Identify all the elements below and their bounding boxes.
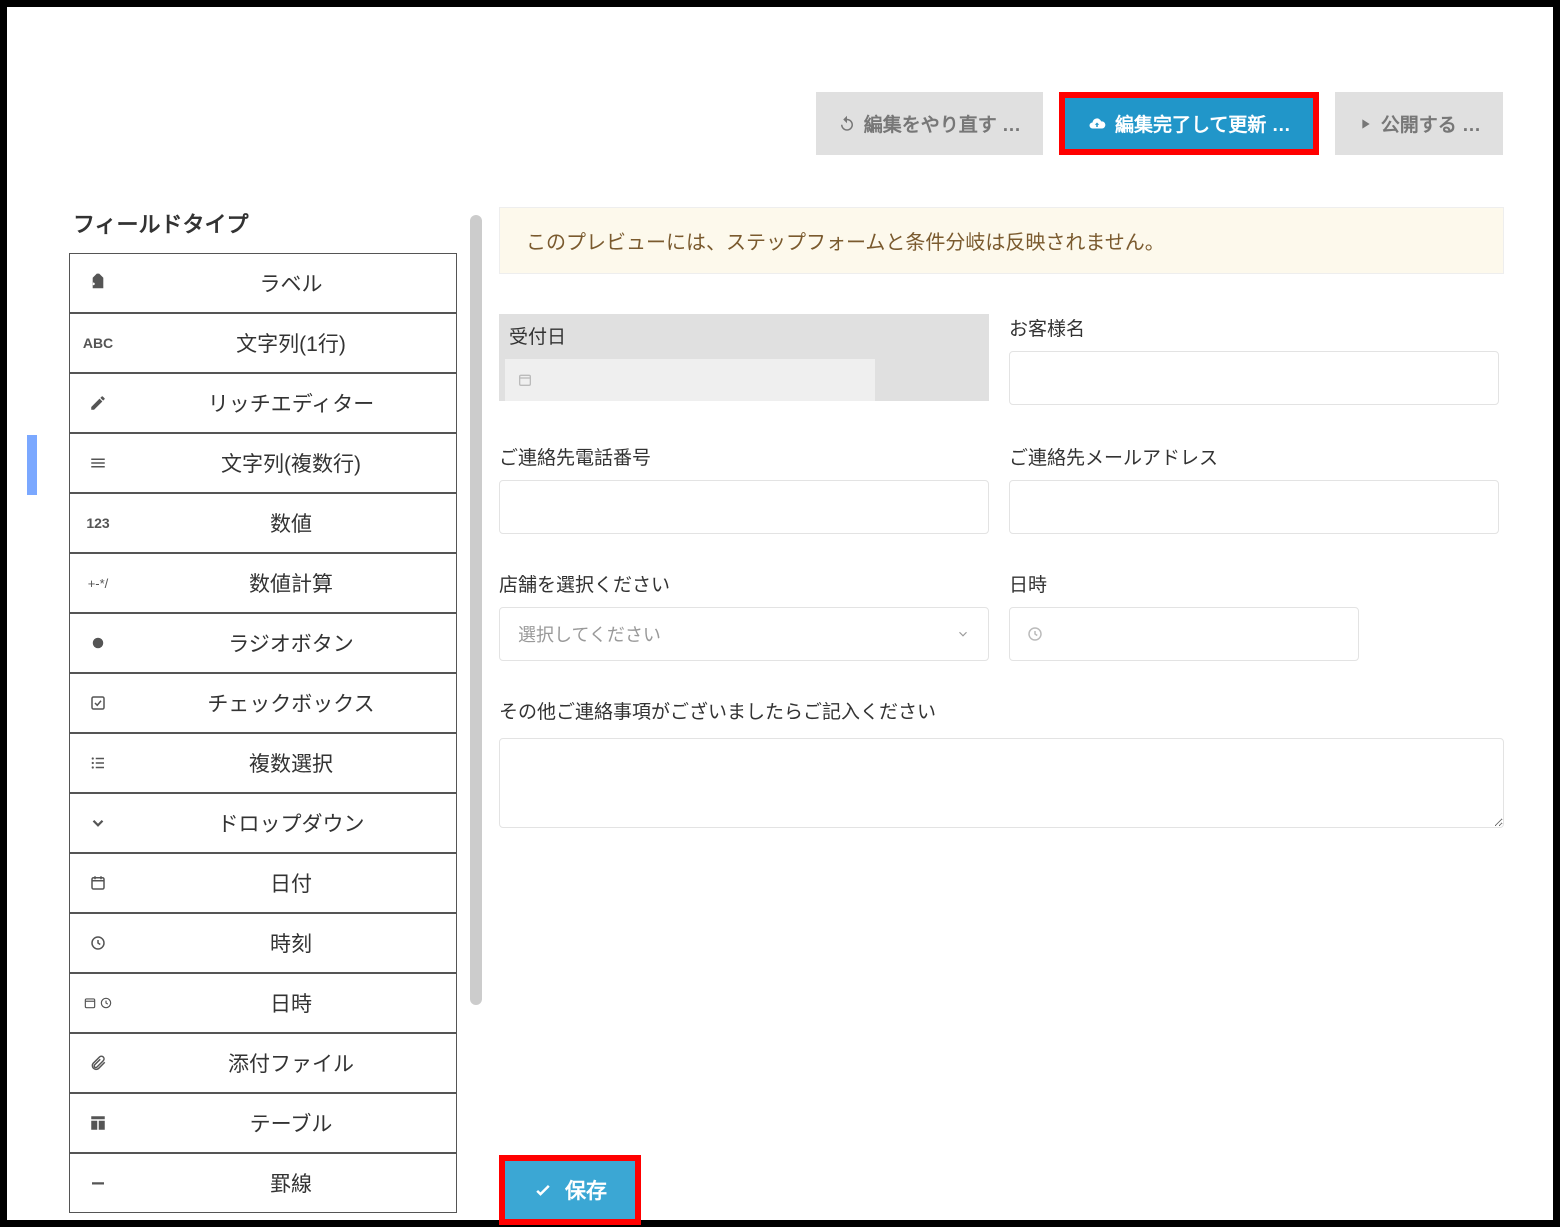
field-label: 時刻 [126, 928, 456, 958]
email-input[interactable] [1009, 480, 1499, 534]
radio-icon [70, 634, 126, 652]
top-toolbar: 編集をやり直す … 編集完了して更新 … 公開する … [816, 92, 1503, 155]
field-type-text-multi[interactable]: 文字列(複数行) [69, 433, 457, 493]
save-label: 保存 [565, 1175, 607, 1205]
play-icon [1357, 116, 1373, 132]
field-label: ラベル [126, 268, 456, 298]
active-row-marker [27, 435, 37, 495]
123-icon: 123 [70, 515, 126, 531]
field-type-table[interactable]: テーブル [69, 1093, 457, 1153]
cloud-upload-icon [1087, 115, 1107, 133]
field-label: 文字列(複数行) [126, 448, 456, 478]
chevron-down-icon [70, 814, 126, 832]
field-label: ラジオボタン [126, 628, 456, 658]
bars-icon [70, 454, 126, 472]
field-type-datetime[interactable]: 日時 [69, 973, 457, 1033]
field-label: テーブル [126, 1108, 456, 1138]
table-icon [70, 1114, 126, 1132]
pencil-icon [70, 394, 126, 412]
phone-label: ご連絡先電話番号 [499, 443, 989, 470]
reception-date-label: 受付日 [499, 314, 989, 349]
store-placeholder: 選択してください [518, 621, 661, 647]
field-type-attachment[interactable]: 添付ファイル [69, 1033, 457, 1093]
phone-input[interactable] [499, 480, 989, 534]
field-label: チェックボックス [126, 688, 456, 718]
abc-icon: ABC [70, 335, 126, 351]
store-select[interactable]: 選択してください [499, 607, 989, 661]
calendar-icon [70, 874, 126, 892]
list-icon [70, 754, 126, 772]
field-type-time[interactable]: 時刻 [69, 913, 457, 973]
field-label: 数値計算 [126, 568, 456, 598]
clock-icon [1026, 625, 1044, 643]
customer-name-input[interactable] [1009, 351, 1499, 405]
field-type-hr[interactable]: 罫線 [69, 1153, 457, 1213]
field-label: 罫線 [126, 1168, 456, 1198]
field-label: 日付 [126, 868, 456, 898]
paperclip-icon [70, 1054, 126, 1072]
datetime-input[interactable] [1009, 607, 1359, 661]
undo-icon [838, 115, 856, 133]
field-type-rich-editor[interactable]: リッチエディター [69, 373, 457, 433]
calc-icon: +-*/ [70, 576, 126, 591]
datetime-icon [70, 996, 126, 1010]
field-label: 複数選択 [126, 748, 456, 778]
save-button[interactable]: 保存 [505, 1161, 635, 1219]
notes-textarea[interactable] [499, 738, 1504, 828]
field-type-checkbox[interactable]: チェックボックス [69, 673, 457, 733]
customer-name-label: お客様名 [1009, 314, 1499, 341]
field-type-sidebar: フィールドタイプ ラベル ABC 文字列(1行) リッチエディター 文字列(複数… [69, 207, 457, 1213]
field-type-date[interactable]: 日付 [69, 853, 457, 913]
clock-icon [70, 934, 126, 952]
form-preview: このプレビューには、ステップフォームと条件分岐は反映されません。 受付日 お客様… [499, 207, 1504, 833]
publish-label: 公開する … [1381, 110, 1481, 137]
email-label: ご連絡先メールアドレス [1009, 443, 1499, 470]
datetime-label: 日時 [1009, 570, 1359, 597]
publish-button[interactable]: 公開する … [1335, 92, 1503, 155]
field-label: 添付ファイル [126, 1048, 456, 1078]
chevron-down-icon [956, 627, 970, 641]
check-icon [533, 1180, 553, 1200]
store-label: 店舗を選択ください [499, 570, 989, 597]
complete-update-label: 編集完了して更新 … [1115, 110, 1291, 137]
field-type-number[interactable]: 123 数値 [69, 493, 457, 553]
field-label: 数値 [126, 508, 456, 538]
field-label: 日時 [126, 988, 456, 1018]
minus-icon [70, 1174, 126, 1192]
field-type-dropdown[interactable]: ドロップダウン [69, 793, 457, 853]
preview-notice: このプレビューには、ステップフォームと条件分岐は反映されません。 [499, 207, 1504, 274]
complete-update-button[interactable]: 編集完了して更新 … [1065, 98, 1313, 149]
field-type-radio[interactable]: ラジオボタン [69, 613, 457, 673]
field-type-label[interactable]: ラベル [69, 253, 457, 313]
redo-edit-button[interactable]: 編集をやり直す … [816, 92, 1043, 155]
field-type-text-single[interactable]: ABC 文字列(1行) [69, 313, 457, 373]
sidebar-title: フィールドタイプ [69, 207, 457, 239]
field-label: 文字列(1行) [126, 328, 456, 358]
tag-icon [70, 273, 126, 293]
calendar-icon [517, 372, 533, 388]
field-type-calc[interactable]: +-*/ 数値計算 [69, 553, 457, 613]
field-type-multiselect[interactable]: 複数選択 [69, 733, 457, 793]
check-icon [70, 694, 126, 712]
field-label: ドロップダウン [126, 808, 456, 838]
highlight-complete: 編集完了して更新 … [1059, 92, 1319, 155]
sidebar-scrollbar[interactable] [470, 215, 482, 1005]
highlight-save: 保存 [499, 1155, 641, 1225]
notes-label: その他ご連絡事項がございましたらご記入ください [499, 697, 1504, 724]
reception-date-input [505, 359, 875, 401]
field-label: リッチエディター [126, 388, 456, 418]
redo-edit-label: 編集をやり直す … [864, 110, 1021, 137]
